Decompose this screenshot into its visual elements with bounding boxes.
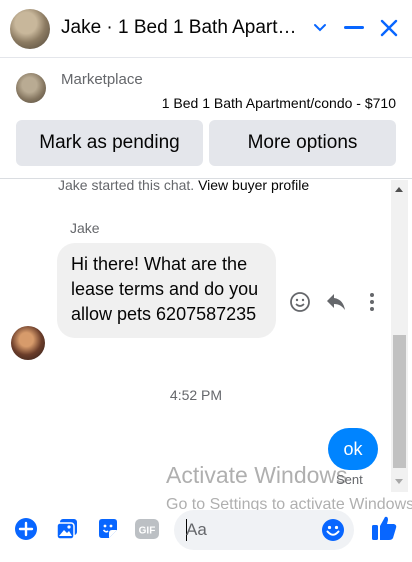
activate-windows-watermark: Activate Windows	[166, 462, 348, 488]
sender-avatar[interactable]	[11, 326, 45, 360]
chat-title[interactable]: Jake · 1 Bed 1 Bath Apartm...	[61, 17, 306, 39]
message-actions	[288, 290, 384, 314]
gif-icon[interactable]: GIF	[134, 516, 160, 542]
chat-start-text: Jake started this chat.	[58, 180, 195, 193]
message-timestamp: 4:52 PM	[169, 387, 223, 403]
listing-actions: Mark as pending More options	[16, 120, 396, 166]
message-composer: GIF	[0, 500, 412, 562]
emoji-icon[interactable]	[320, 517, 346, 543]
more-icon[interactable]	[360, 290, 384, 314]
photo-icon[interactable]	[54, 516, 80, 542]
chevron-down-icon[interactable]	[306, 14, 334, 42]
more-options-button[interactable]: More options	[209, 120, 396, 166]
sticker-icon[interactable]	[95, 516, 121, 542]
listing-title[interactable]: 1 Bed 1 Bath Apartment/condo - $710	[162, 95, 396, 111]
plus-icon[interactable]	[13, 516, 39, 542]
thumbs-up-icon[interactable]	[370, 514, 398, 542]
incoming-message-bubble[interactable]: Hi there! What are the lease terms and d…	[57, 243, 276, 338]
scroll-down-arrow[interactable]	[395, 479, 403, 484]
svg-text:GIF: GIF	[139, 526, 156, 537]
mark-as-pending-button[interactable]: Mark as pending	[16, 120, 203, 166]
contact-avatar[interactable]	[10, 9, 50, 49]
message-input[interactable]	[186, 518, 321, 542]
scroll-thumb[interactable]	[393, 335, 406, 468]
chat-start-note: Jake started this chat. View buyer profi…	[58, 180, 309, 193]
thread-scrollbar[interactable]	[391, 180, 408, 492]
reply-icon[interactable]	[324, 290, 348, 314]
listing-card: Marketplace 1 Bed 1 Bath Apartment/condo…	[0, 59, 412, 179]
view-buyer-profile-link[interactable]: View buyer profile	[198, 180, 309, 193]
minus-icon[interactable]	[340, 14, 368, 42]
listing-source: Marketplace	[61, 71, 143, 88]
chat-header: Jake · 1 Bed 1 Bath Apartm...	[0, 0, 412, 58]
sender-name: Jake	[70, 220, 100, 236]
scroll-up-arrow[interactable]	[395, 187, 403, 192]
listing-thumbnail[interactable]	[16, 73, 46, 103]
message-thread[interactable]: Jake started this chat. View buyer profi…	[0, 180, 412, 492]
message-input-wrapper	[174, 510, 354, 550]
emoji-react-icon[interactable]	[288, 290, 312, 314]
close-icon[interactable]	[375, 14, 403, 42]
